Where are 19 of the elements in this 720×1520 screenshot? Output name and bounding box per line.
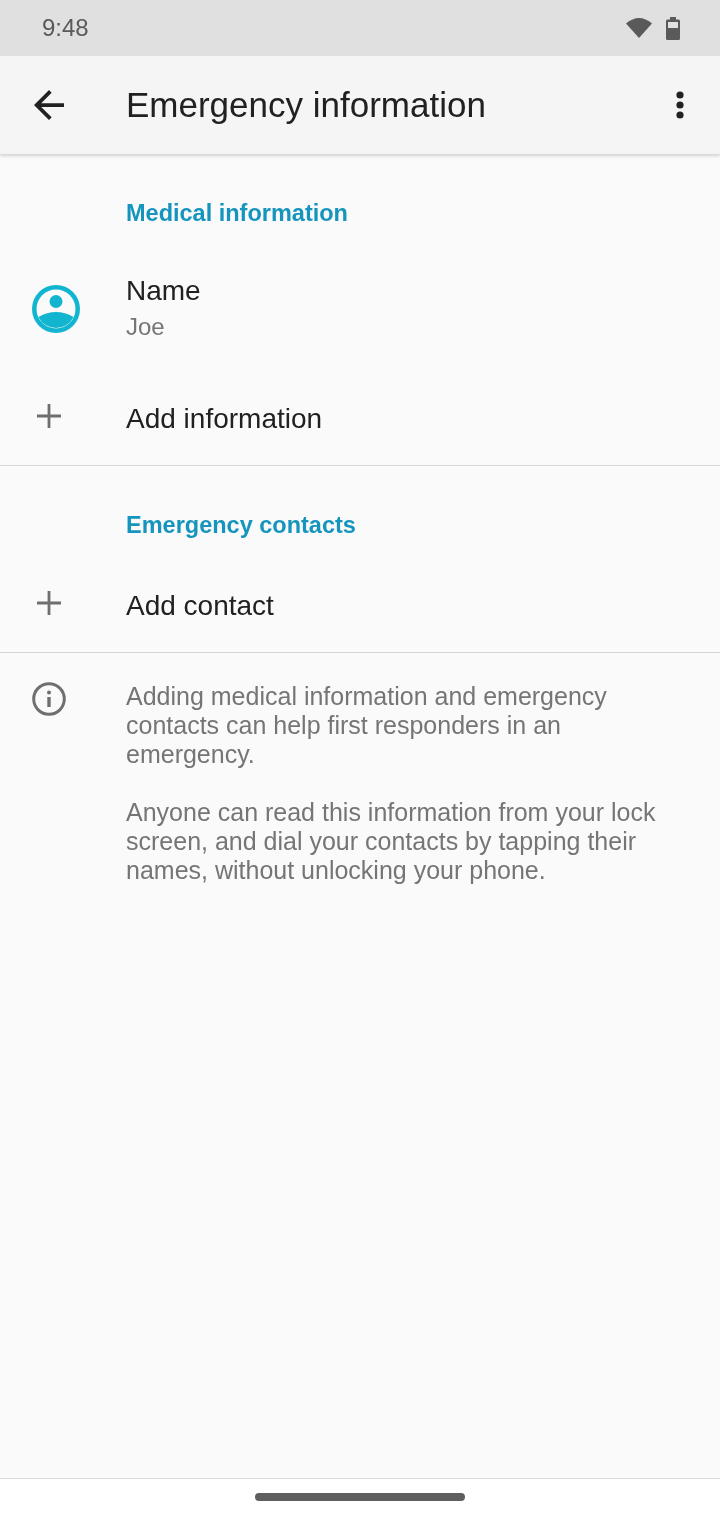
account-circle-icon — [32, 284, 80, 333]
home-handle[interactable] — [255, 1493, 465, 1501]
info-paragraph: Adding medical information and emergency contacts can help first responders in an emergency. — [126, 682, 608, 769]
page-title: Emergency information — [126, 85, 487, 125]
more-options-icon — [676, 91, 684, 119]
info-paragraph: Anyone can read this information from your lock screen, and dial your contacts by tapping their names, without unlocking your phone. — [126, 798, 657, 885]
info-icon — [32, 682, 66, 716]
section-header: Medical information — [126, 200, 348, 226]
battery-icon — [666, 16, 680, 40]
back-arrow-icon — [34, 90, 64, 120]
plus-icon — [37, 591, 61, 615]
status-time: 9:48 — [42, 14, 89, 42]
item-title[interactable]: Add information — [126, 402, 323, 435]
section-header: Emergency contacts — [126, 512, 356, 538]
plus-icon — [37, 404, 61, 428]
item-title[interactable]: Add contact — [126, 589, 274, 622]
item-title[interactable]: Name — [126, 275, 201, 307]
wifi-icon — [626, 18, 652, 38]
item-subtitle: Joe — [126, 312, 166, 342]
